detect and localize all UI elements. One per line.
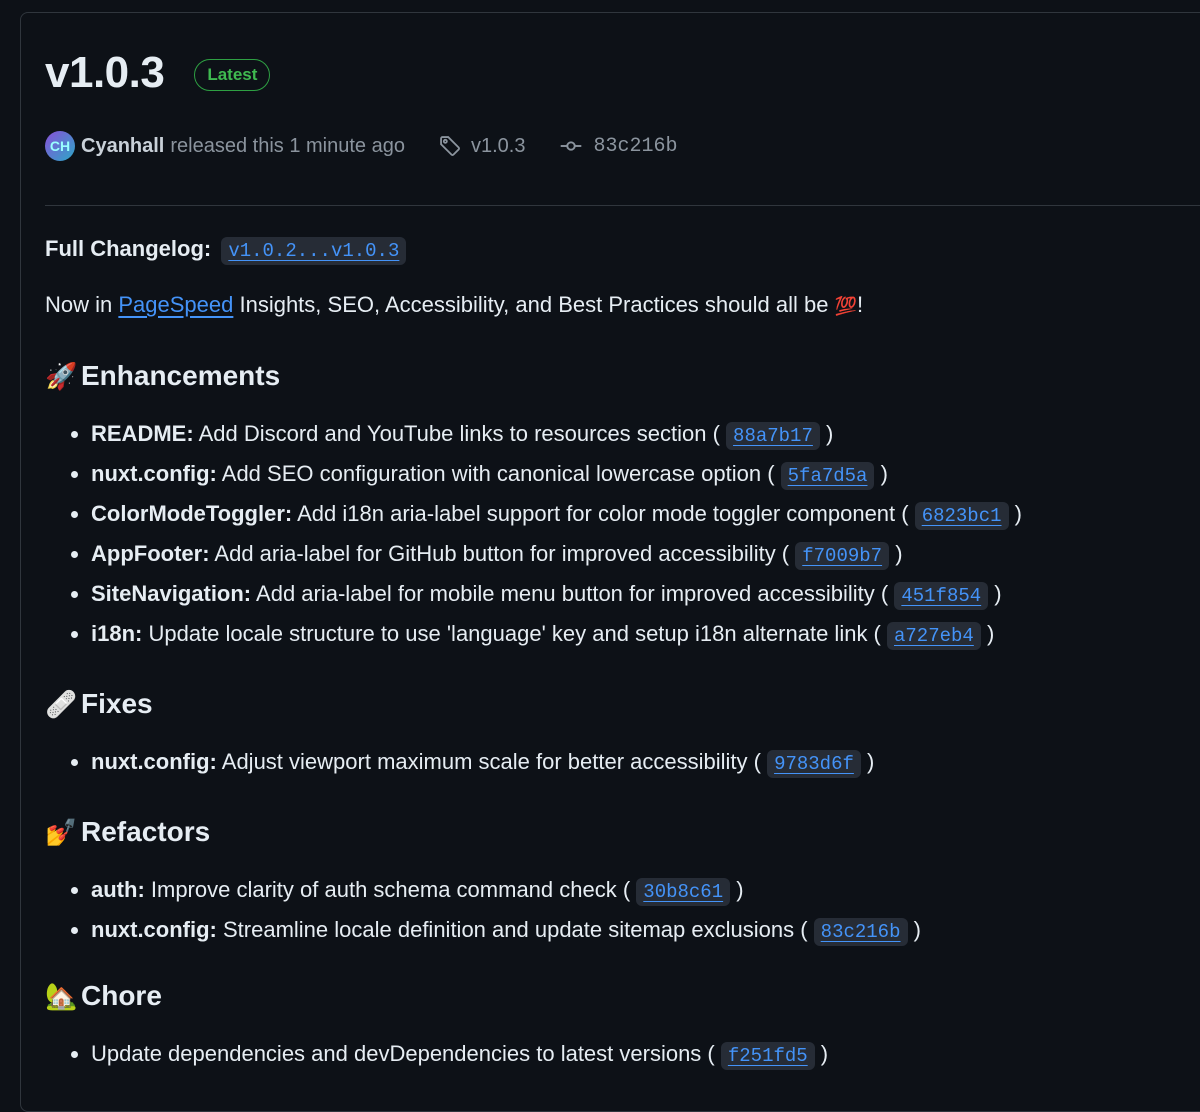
item-text: Add i18n aria-label support for color mo… <box>292 501 915 526</box>
close-paren: ) <box>730 877 744 902</box>
close-paren: ) <box>907 917 921 942</box>
close-paren: ) <box>814 1041 829 1066</box>
changelog-compare-link[interactable]: v1.0.2...v1.0.3 <box>221 237 407 265</box>
item-text: Update dependencies and devDependencies … <box>91 1041 721 1066</box>
list-item: nuxt.config: Adjust viewport maximum sca… <box>45 742 1195 782</box>
refactors-list: auth: Improve clarity of auth schema com… <box>45 870 1195 950</box>
release-title[interactable]: v1.0.3 <box>45 48 165 98</box>
item-text: Add Discord and YouTube links to resourc… <box>193 421 727 446</box>
divider <box>45 205 1200 206</box>
item-scope: AppFooter: <box>91 541 210 566</box>
latest-badge: Latest <box>194 59 271 91</box>
list-item: i18n: Update locale structure to use 'la… <box>45 614 1195 654</box>
commit-label: 83c216b <box>593 134 678 158</box>
fixes-list: nuxt.config: Adjust viewport maximum sca… <box>45 742 1195 782</box>
git-commit-icon <box>561 141 582 151</box>
item-scope: nuxt.config: <box>91 749 217 774</box>
chore-list: Update dependencies and devDependencies … <box>45 1034 1195 1074</box>
section-heading-chore: 🏡 Chore <box>45 978 1195 1014</box>
commit-hash-link[interactable]: 83c216b <box>813 918 908 946</box>
pagespeed-link[interactable]: PageSpeed <box>118 292 233 317</box>
item-text: Adjust viewport maximum scale for better… <box>216 749 768 774</box>
intro-text-middle: Insights, SEO, Accessibility, and Best P… <box>233 292 835 317</box>
close-paren: ) <box>860 749 875 774</box>
release-header: v1.0.3 Latest <box>45 48 271 98</box>
close-paren: ) <box>889 541 903 566</box>
nail-polish-icon: 💅 <box>45 817 78 847</box>
section-title: Fixes <box>81 688 153 719</box>
intro-text-end: ! <box>857 292 864 317</box>
item-scope: README: <box>91 421 194 446</box>
section-title: Enhancements <box>81 360 281 391</box>
list-item: AppFooter: Add aria-label for GitHub but… <box>45 534 1195 574</box>
full-changelog-line: Full Changelog: v1.0.2...v1.0.3 <box>45 233 1195 265</box>
intro-paragraph: Now in PageSpeed Insights, SEO, Accessib… <box>45 289 1195 322</box>
list-item: ColorModeToggler: Add i18n aria-label su… <box>45 494 1195 534</box>
item-text: Improve clarity of auth schema command c… <box>144 877 637 902</box>
tag-icon <box>440 136 460 156</box>
section-heading-enhancements: 🚀 Enhancements <box>45 358 1195 394</box>
tag-link[interactable]: v1.0.3 <box>439 135 525 158</box>
section-heading-refactors: 💅 Refactors <box>45 814 1195 850</box>
commit-hash-link[interactable]: a727eb4 <box>887 622 981 650</box>
rocket-icon: 🚀 <box>45 361 78 391</box>
hundred-emoji: 💯 <box>834 296 857 316</box>
list-item: SiteNavigation: Add aria-label for mobil… <box>45 574 1195 614</box>
list-item: Update dependencies and devDependencies … <box>45 1034 1195 1074</box>
full-changelog-label: Full Changelog: <box>45 236 212 261</box>
item-text: Add aria-label for GitHub button for imp… <box>209 541 796 566</box>
commit-hash-link[interactable]: 451f854 <box>894 582 989 610</box>
item-text: Add aria-label for mobile menu button fo… <box>251 581 895 606</box>
author-link[interactable]: Cyanhall <box>81 135 164 158</box>
commit-link[interactable]: 83c216b <box>559 135 677 158</box>
item-scope: nuxt.config: <box>91 917 217 942</box>
list-item: nuxt.config: Streamline locale definitio… <box>45 910 1195 950</box>
intro-text-start: Now in <box>45 292 119 317</box>
commit-hash-link[interactable]: 9783d6f <box>767 750 861 778</box>
item-text: Streamline locale definition and update … <box>216 917 814 942</box>
release-notes: Full Changelog: v1.0.2...v1.0.3 Now in P… <box>45 233 1195 1074</box>
list-item: auth: Improve clarity of auth schema com… <box>45 870 1195 910</box>
release-meta: CH Cyanhall released this 1 minute ago v… <box>45 131 677 161</box>
section-title: Chore <box>81 980 162 1011</box>
bandage-icon: 🩹 <box>45 689 78 719</box>
item-text: Add SEO configuration with canonical low… <box>216 461 781 486</box>
house-icon: 🏡 <box>45 981 78 1011</box>
enhancements-list: README: Add Discord and YouTube links to… <box>45 414 1195 654</box>
section-heading-fixes: 🩹 Fixes <box>45 686 1195 722</box>
item-scope: nuxt.config: <box>91 461 217 486</box>
close-paren: ) <box>819 421 834 446</box>
item-scope: SiteNavigation: <box>91 581 252 606</box>
item-scope: ColorModeToggler: <box>91 501 293 526</box>
commit-hash-link[interactable]: 88a7b17 <box>726 422 820 450</box>
commit-hash-link[interactable]: 6823bc1 <box>914 502 1009 530</box>
close-paren: ) <box>988 581 1002 606</box>
commit-hash-link[interactable]: 30b8c61 <box>636 878 731 906</box>
item-scope: auth: <box>91 877 145 902</box>
commit-hash-link[interactable]: 5fa7d5a <box>780 462 875 490</box>
released-text: released this 1 minute ago <box>170 134 405 157</box>
item-scope: i18n: <box>91 621 143 646</box>
commit-hash-link[interactable]: f7009b7 <box>795 542 890 570</box>
commit-hash-link[interactable]: f251fd5 <box>720 1042 815 1070</box>
section-title: Refactors <box>81 816 211 847</box>
list-item: README: Add Discord and YouTube links to… <box>45 414 1195 454</box>
avatar[interactable]: CH <box>45 131 75 161</box>
close-paren: ) <box>874 461 888 486</box>
close-paren: ) <box>980 621 995 646</box>
item-text: Update locale structure to use 'language… <box>142 621 887 646</box>
tag-label: v1.0.3 <box>470 134 526 157</box>
release-card: v1.0.3 Latest CH Cyanhall released this … <box>20 12 1200 1112</box>
list-item: nuxt.config: Add SEO configuration with … <box>45 454 1195 494</box>
close-paren: ) <box>1008 501 1022 526</box>
